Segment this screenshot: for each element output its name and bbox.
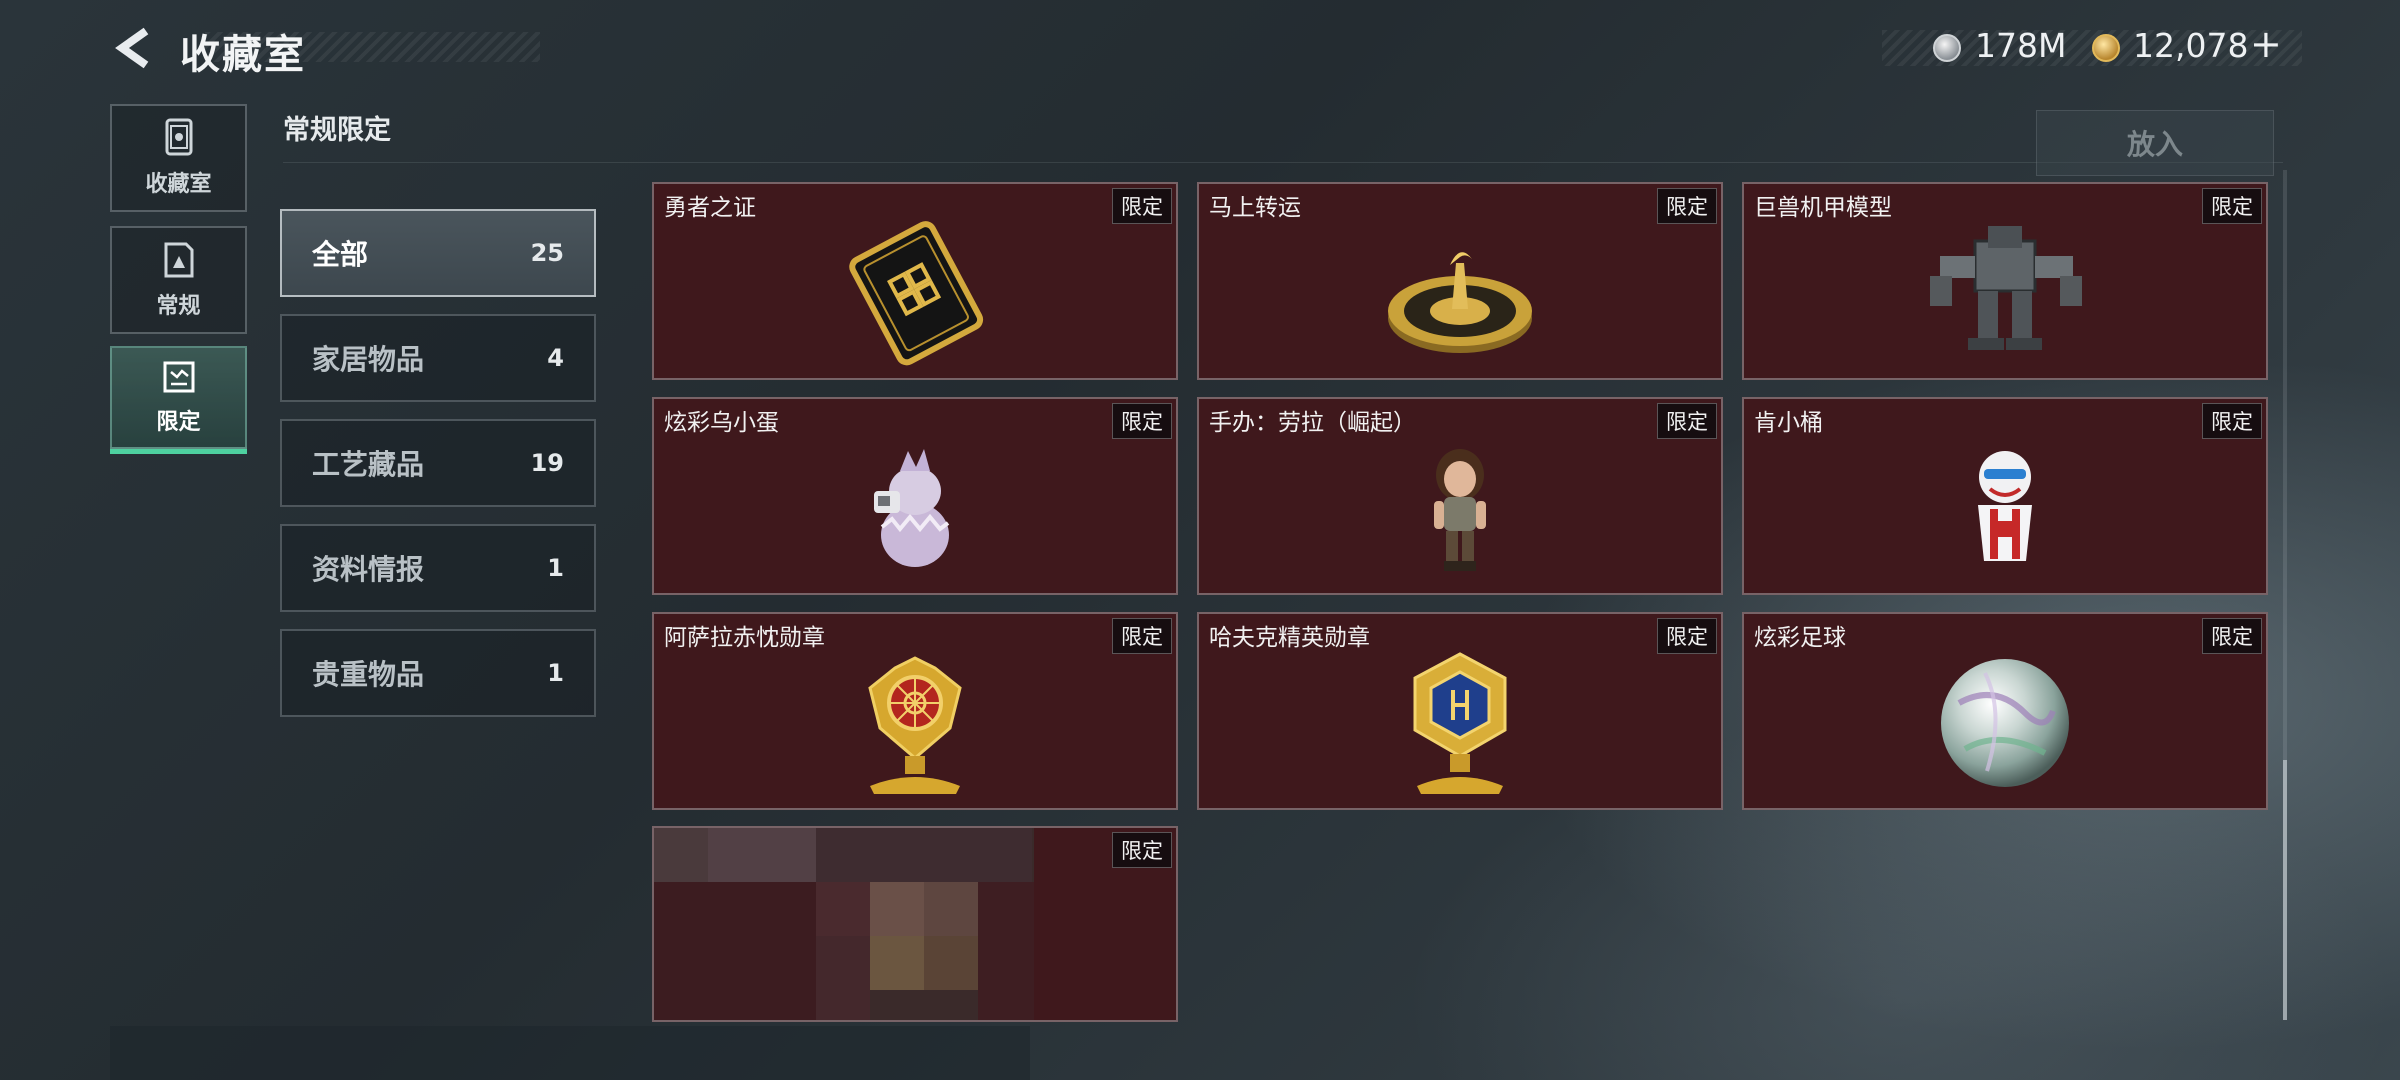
item-name: 巨兽机甲模型 bbox=[1754, 195, 1892, 221]
item-card[interactable]: 哈夫克精英勋章 限定 bbox=[1197, 612, 1723, 810]
scrollbar-thumb[interactable] bbox=[2283, 760, 2287, 1020]
bottom-shade bbox=[110, 1026, 1030, 1080]
item-name: 阿萨拉赤忱勋章 bbox=[664, 625, 825, 651]
pixel-tile bbox=[978, 882, 1034, 1020]
item-card[interactable]: 阿萨拉赤忱勋章 限定 bbox=[652, 612, 1178, 810]
category-valuables[interactable]: 贵重物品 1 bbox=[280, 629, 596, 717]
limited-badge: 限定 bbox=[1657, 618, 1717, 654]
active-indicator bbox=[110, 449, 247, 454]
limited-badge: 限定 bbox=[1657, 188, 1717, 224]
item-name: 炫彩乌小蛋 bbox=[664, 410, 779, 436]
pixel-tile bbox=[816, 936, 870, 1020]
gold-coin-icon bbox=[2092, 34, 2120, 62]
golden-turntable-icon bbox=[1388, 252, 1532, 353]
bucket-figure-icon bbox=[1978, 451, 2032, 561]
item-card[interactable]: 巨兽机甲模型 限定 bbox=[1742, 182, 2268, 380]
item-name: 炫彩足球 bbox=[1754, 625, 1846, 651]
blue-medal-icon bbox=[1413, 652, 1507, 794]
category-count: 1 bbox=[547, 659, 564, 687]
category-crafts[interactable]: 工艺藏品 19 bbox=[280, 419, 596, 507]
nav-regular[interactable]: 常规 bbox=[110, 226, 247, 334]
gold-amount: 12,078 bbox=[2133, 26, 2249, 65]
mech-model-icon bbox=[1930, 226, 2082, 350]
category-count: 19 bbox=[530, 449, 564, 477]
put-in-button[interactable]: 放入 bbox=[2036, 110, 2274, 176]
limited-badge: 限定 bbox=[1657, 403, 1717, 439]
limited-badge: 限定 bbox=[1112, 832, 1172, 868]
section-title: 常规限定 bbox=[283, 115, 391, 146]
category-label: 家居物品 bbox=[312, 343, 425, 376]
page-title: 收藏室 bbox=[180, 32, 306, 78]
pixel-tile bbox=[654, 882, 816, 1020]
pixel-tile bbox=[654, 828, 708, 882]
pixel-tile bbox=[870, 882, 924, 936]
category-count: 4 bbox=[547, 344, 564, 372]
category-all[interactable]: 全部 25 bbox=[280, 209, 596, 297]
category-home-items[interactable]: 家居物品 4 bbox=[280, 314, 596, 402]
item-name: 肯小桶 bbox=[1754, 410, 1823, 436]
limited-badge: 限定 bbox=[2202, 403, 2262, 439]
item-card[interactable]: 马上转运 限定 bbox=[1197, 182, 1723, 380]
iridescent-ball-icon bbox=[1941, 659, 2069, 787]
egg-figure-icon bbox=[874, 449, 950, 567]
category-label: 工艺藏品 bbox=[312, 448, 425, 481]
back-button[interactable] bbox=[110, 24, 158, 72]
pixel-tile bbox=[816, 882, 870, 936]
silver-coin-icon bbox=[1933, 34, 1961, 62]
limited-badge: 限定 bbox=[1112, 618, 1172, 654]
pixel-tile bbox=[924, 882, 978, 936]
hero-card-icon bbox=[849, 221, 984, 366]
collection-room-icon bbox=[165, 118, 192, 156]
back-arrow-icon bbox=[115, 27, 149, 69]
item-name: 马上转运 bbox=[1209, 195, 1301, 221]
pixel-tile bbox=[816, 828, 1032, 882]
lara-figure-icon bbox=[1434, 449, 1486, 571]
item-name: 哈夫克精英勋章 bbox=[1209, 625, 1370, 651]
silver-amount: 178M bbox=[1975, 26, 2067, 65]
category-count: 25 bbox=[530, 239, 564, 267]
category-label: 贵重物品 bbox=[312, 658, 425, 691]
category-intel[interactable]: 资料情报 1 bbox=[280, 524, 596, 612]
limited-badge: 限定 bbox=[1112, 403, 1172, 439]
item-name: 手办：劳拉（崛起） bbox=[1209, 410, 1416, 436]
item-card[interactable]: 炫彩足球 限定 bbox=[1742, 612, 2268, 810]
item-name: 勇者之证 bbox=[664, 195, 756, 221]
nav-limited[interactable]: 限定 bbox=[110, 346, 247, 449]
item-card[interactable]: 肯小桶 限定 bbox=[1742, 397, 2268, 595]
nav-collection-room[interactable]: 收藏室 bbox=[110, 104, 247, 212]
section-divider bbox=[283, 162, 2283, 163]
nav-label: 收藏室 bbox=[145, 172, 212, 197]
pixel-tile bbox=[870, 936, 924, 990]
item-card[interactable]: 限定 bbox=[652, 826, 1178, 1022]
item-card[interactable]: 勇者之证 限定 bbox=[652, 182, 1178, 380]
nav-label: 限定 bbox=[156, 409, 201, 435]
limited-icon bbox=[163, 361, 194, 392]
category-label: 全部 bbox=[312, 238, 369, 271]
limited-badge: 限定 bbox=[2202, 618, 2262, 654]
item-card[interactable]: 手办：劳拉（崛起） 限定 bbox=[1197, 397, 1723, 595]
regular-icon bbox=[164, 242, 193, 278]
pixel-tile bbox=[708, 828, 816, 882]
red-medal-icon bbox=[868, 656, 962, 794]
item-card[interactable]: 炫彩乌小蛋 限定 bbox=[652, 397, 1178, 595]
category-label: 资料情报 bbox=[312, 553, 425, 586]
add-currency-button[interactable]: + bbox=[2250, 22, 2282, 66]
limited-badge: 限定 bbox=[2202, 188, 2262, 224]
category-count: 1 bbox=[547, 554, 564, 582]
limited-badge: 限定 bbox=[1112, 188, 1172, 224]
pixel-tile bbox=[924, 936, 978, 990]
nav-label: 常规 bbox=[156, 294, 201, 319]
